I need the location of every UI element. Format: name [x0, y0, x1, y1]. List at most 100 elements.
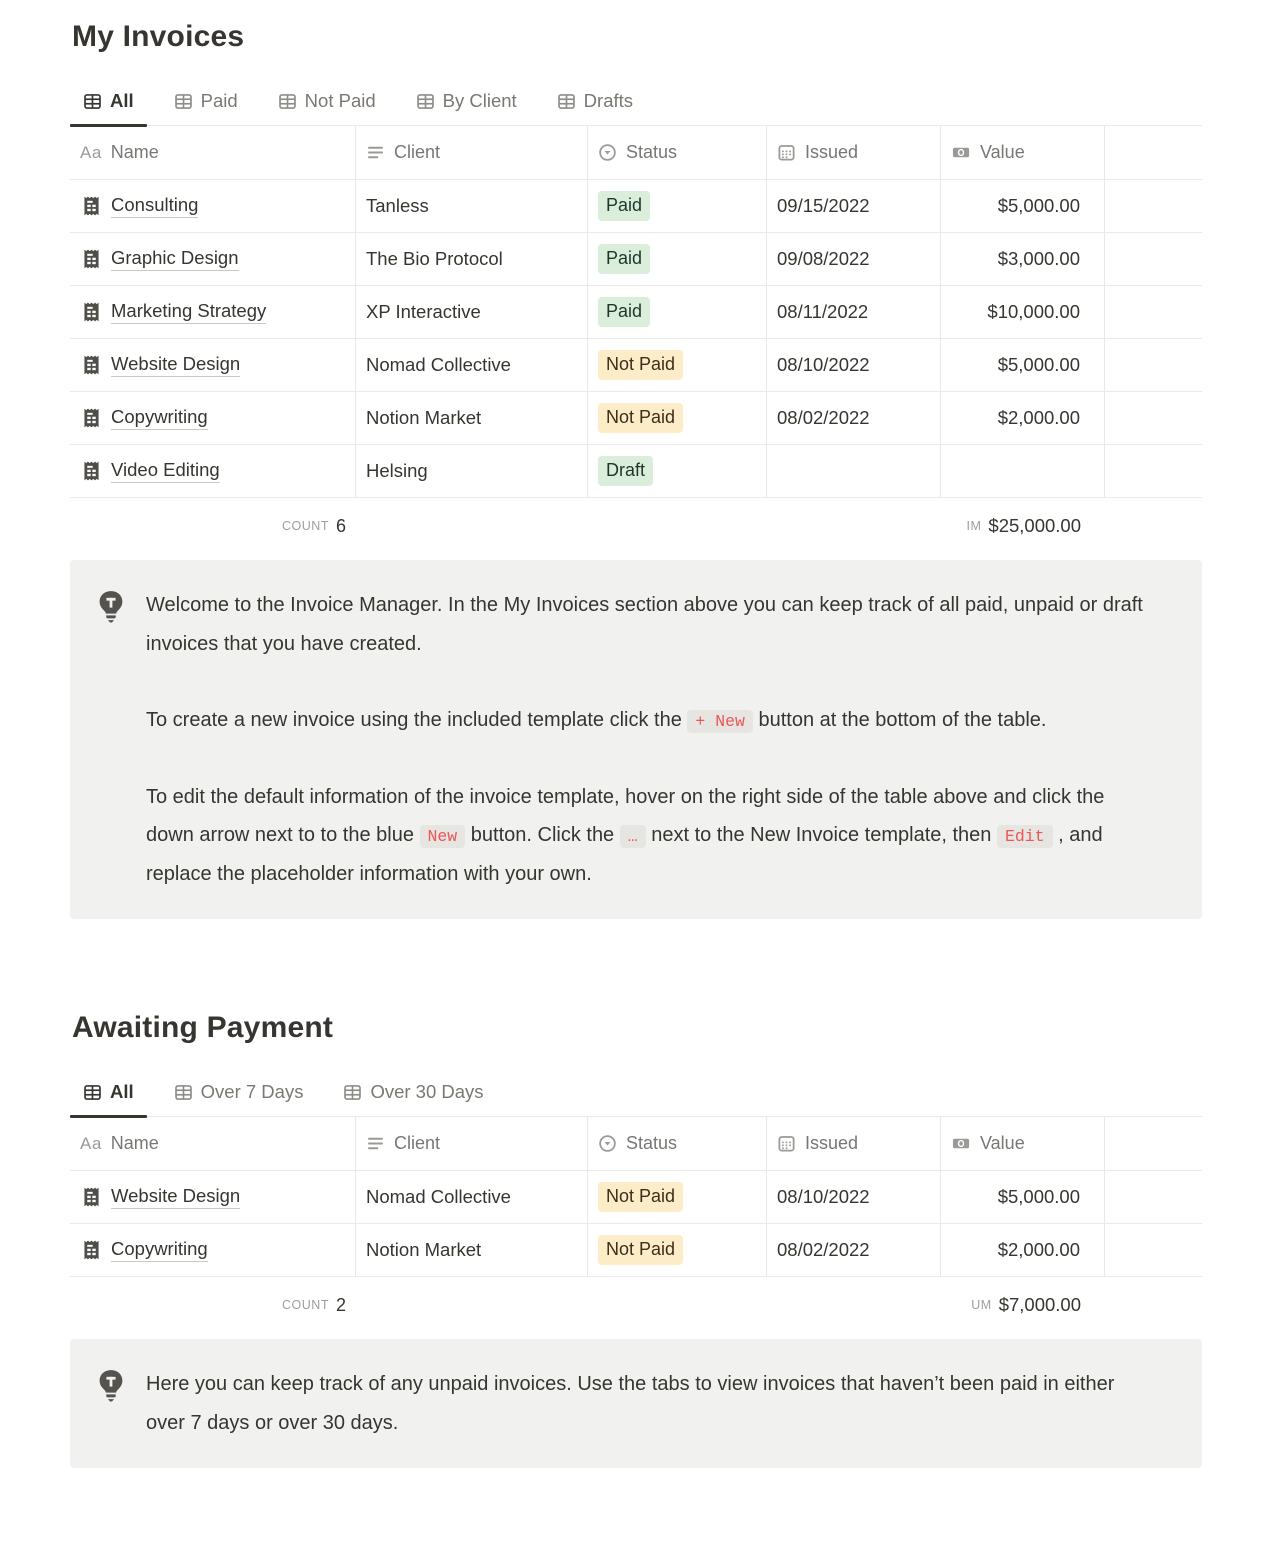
issued-cell[interactable]: 08/10/2022 — [767, 339, 941, 391]
money-icon — [951, 1134, 971, 1153]
value-cell[interactable]: $3,000.00 — [941, 233, 1105, 285]
lightbulb-icon — [96, 586, 126, 893]
inline-code-chip: Edit — [997, 825, 1053, 848]
tab-label: Drafts — [584, 90, 633, 112]
inline-code-chip: New — [420, 825, 466, 848]
issued-cell[interactable]: 08/02/2022 — [767, 1224, 941, 1276]
tab-all[interactable]: All — [70, 80, 147, 125]
awaiting-payment-tip-callout: Here you can keep track of any unpaid in… — [70, 1339, 1202, 1468]
issued-cell[interactable]: 09/08/2022 — [767, 233, 941, 285]
tab-not-paid[interactable]: Not Paid — [265, 80, 389, 125]
callout-paragraph: Here you can keep track of any unpaid in… — [146, 1365, 1156, 1442]
client-cell[interactable]: XP Interactive — [356, 286, 588, 338]
tab-drafts[interactable]: Drafts — [544, 80, 646, 125]
column-header-extra — [1105, 1117, 1202, 1170]
client-cell[interactable]: Notion Market — [356, 392, 588, 444]
value-cell[interactable]: $2,000.00 — [941, 1224, 1105, 1276]
status-badge: Not Paid — [598, 350, 683, 379]
footer-spacer — [767, 1277, 941, 1333]
value-cell[interactable]: $5,000.00 — [941, 180, 1105, 232]
tab-label: Over 7 Days — [201, 1081, 304, 1103]
value-cell[interactable]: $10,000.00 — [941, 286, 1105, 338]
text-lines-icon — [366, 1134, 385, 1153]
issued-cell[interactable]: 08/10/2022 — [767, 1171, 941, 1223]
column-header-status[interactable]: Status — [588, 1117, 767, 1170]
tab-label: Not Paid — [305, 90, 376, 112]
footer-extra — [1105, 498, 1202, 554]
invoice-page-link[interactable]: Copywriting — [111, 1238, 208, 1262]
status-cell[interactable]: Not Paid — [588, 1171, 767, 1223]
client-cell[interactable]: Helsing — [356, 445, 588, 497]
client-cell[interactable]: Nomad Collective — [356, 1171, 588, 1223]
column-header-client[interactable]: Client — [356, 126, 588, 179]
my-invoices-table: AaNameClientStatus Issued Value Consulting T… — [70, 126, 1202, 554]
client-cell[interactable]: The Bio Protocol — [356, 233, 588, 285]
column-header-label: Value — [980, 142, 1025, 163]
status-cell[interactable]: Not Paid — [588, 339, 767, 391]
issued-cell[interactable]: 09/15/2022 — [767, 180, 941, 232]
column-header-client[interactable]: Client — [356, 1117, 588, 1170]
status-cell[interactable]: Not Paid — [588, 1224, 767, 1276]
sum-aggregate[interactable]: UM$7,000.00 — [941, 1277, 1105, 1333]
status-cell[interactable]: Draft — [588, 445, 767, 497]
column-header-name[interactable]: AaName — [70, 1117, 356, 1170]
tab-all[interactable]: All — [70, 1071, 147, 1116]
column-header-label: Issued — [805, 142, 858, 163]
name-cell: Video Editing — [70, 445, 356, 497]
table-header: AaNameClientStatusIssuedValue — [70, 1117, 1202, 1171]
value-cell[interactable]: $2,000.00 — [941, 392, 1105, 444]
table-row: Graphic Design The Bio ProtocolPaid09/08/… — [70, 233, 1202, 286]
table-body: ConsultingTanlessPaid09/15/2022$5,000.00… — [70, 180, 1202, 498]
invoice-page-link[interactable]: Copywriting — [111, 406, 208, 430]
status-cell[interactable]: Not Paid — [588, 392, 767, 444]
receipt-icon — [83, 302, 100, 322]
status-cell[interactable]: Paid — [588, 286, 767, 338]
column-header-value[interactable]: Value — [941, 1117, 1105, 1170]
tab-paid[interactable]: Paid — [161, 80, 251, 125]
client-cell[interactable]: Notion Market — [356, 1224, 588, 1276]
tab-by-client[interactable]: By Client — [403, 80, 530, 125]
tab-over-7-days[interactable]: Over 7 Days — [161, 1071, 317, 1116]
name-cell: Consulting — [70, 180, 356, 232]
sum-aggregate[interactable]: IM$25,000.00 — [941, 498, 1105, 554]
invoice-page-link[interactable]: Video Editing — [111, 459, 220, 483]
sum-value: $25,000.00 — [988, 515, 1081, 537]
client-cell[interactable]: Nomad Collective — [356, 339, 588, 391]
tab-over-30-days[interactable]: Over 30 Days — [330, 1071, 496, 1116]
status-cell[interactable]: Paid — [588, 180, 767, 232]
invoice-page-link[interactable]: Consulting — [111, 194, 198, 218]
footer-extra — [1105, 1277, 1202, 1333]
invoice-page-link[interactable]: Website Design — [111, 1185, 240, 1209]
invoice-page-link[interactable]: Graphic Design — [111, 247, 239, 271]
table-row: Video Editing HelsingDraft — [70, 445, 1202, 498]
table-header-row: AaNameClientStatusIssuedValue — [70, 1117, 1202, 1170]
issued-cell[interactable]: 08/02/2022 — [767, 392, 941, 444]
count-value: 6 — [336, 516, 346, 537]
issued-cell[interactable]: 08/11/2022 — [767, 286, 941, 338]
sum-label: UM — [971, 1298, 991, 1312]
issued-cell[interactable] — [767, 445, 941, 497]
table-row: Copywriting Notion MarketNot Paid08/02/20… — [70, 1224, 1202, 1277]
table-view-icon — [174, 92, 193, 111]
column-header-status[interactable]: Status — [588, 126, 767, 179]
count-aggregate[interactable]: COUNT2 — [70, 1277, 356, 1333]
invoice-page-link[interactable]: Website Design — [111, 353, 240, 377]
count-aggregate[interactable]: COUNT6 — [70, 498, 356, 554]
column-header-name[interactable]: AaName — [70, 126, 356, 179]
status-badge: Paid — [598, 297, 650, 326]
column-header-value[interactable]: Value — [941, 126, 1105, 179]
status-cell[interactable]: Paid — [588, 233, 767, 285]
extra-cell — [1105, 1224, 1202, 1276]
callout-text: Here you can keep track of any unpaid in… — [146, 1365, 1156, 1442]
value-cell[interactable]: $5,000.00 — [941, 339, 1105, 391]
column-header-issued[interactable]: Issued — [767, 1117, 941, 1170]
select-icon — [598, 1134, 617, 1153]
column-header-issued[interactable]: Issued — [767, 126, 941, 179]
value-cell[interactable]: $5,000.00 — [941, 1171, 1105, 1223]
section-title-awaiting-payment: Awaiting Payment — [72, 1011, 1202, 1045]
footer-spacer — [356, 1277, 588, 1333]
tab-label: Over 30 Days — [370, 1081, 483, 1103]
invoice-page-link[interactable]: Marketing Strategy — [111, 300, 266, 324]
value-cell[interactable] — [941, 445, 1105, 497]
client-cell[interactable]: Tanless — [356, 180, 588, 232]
